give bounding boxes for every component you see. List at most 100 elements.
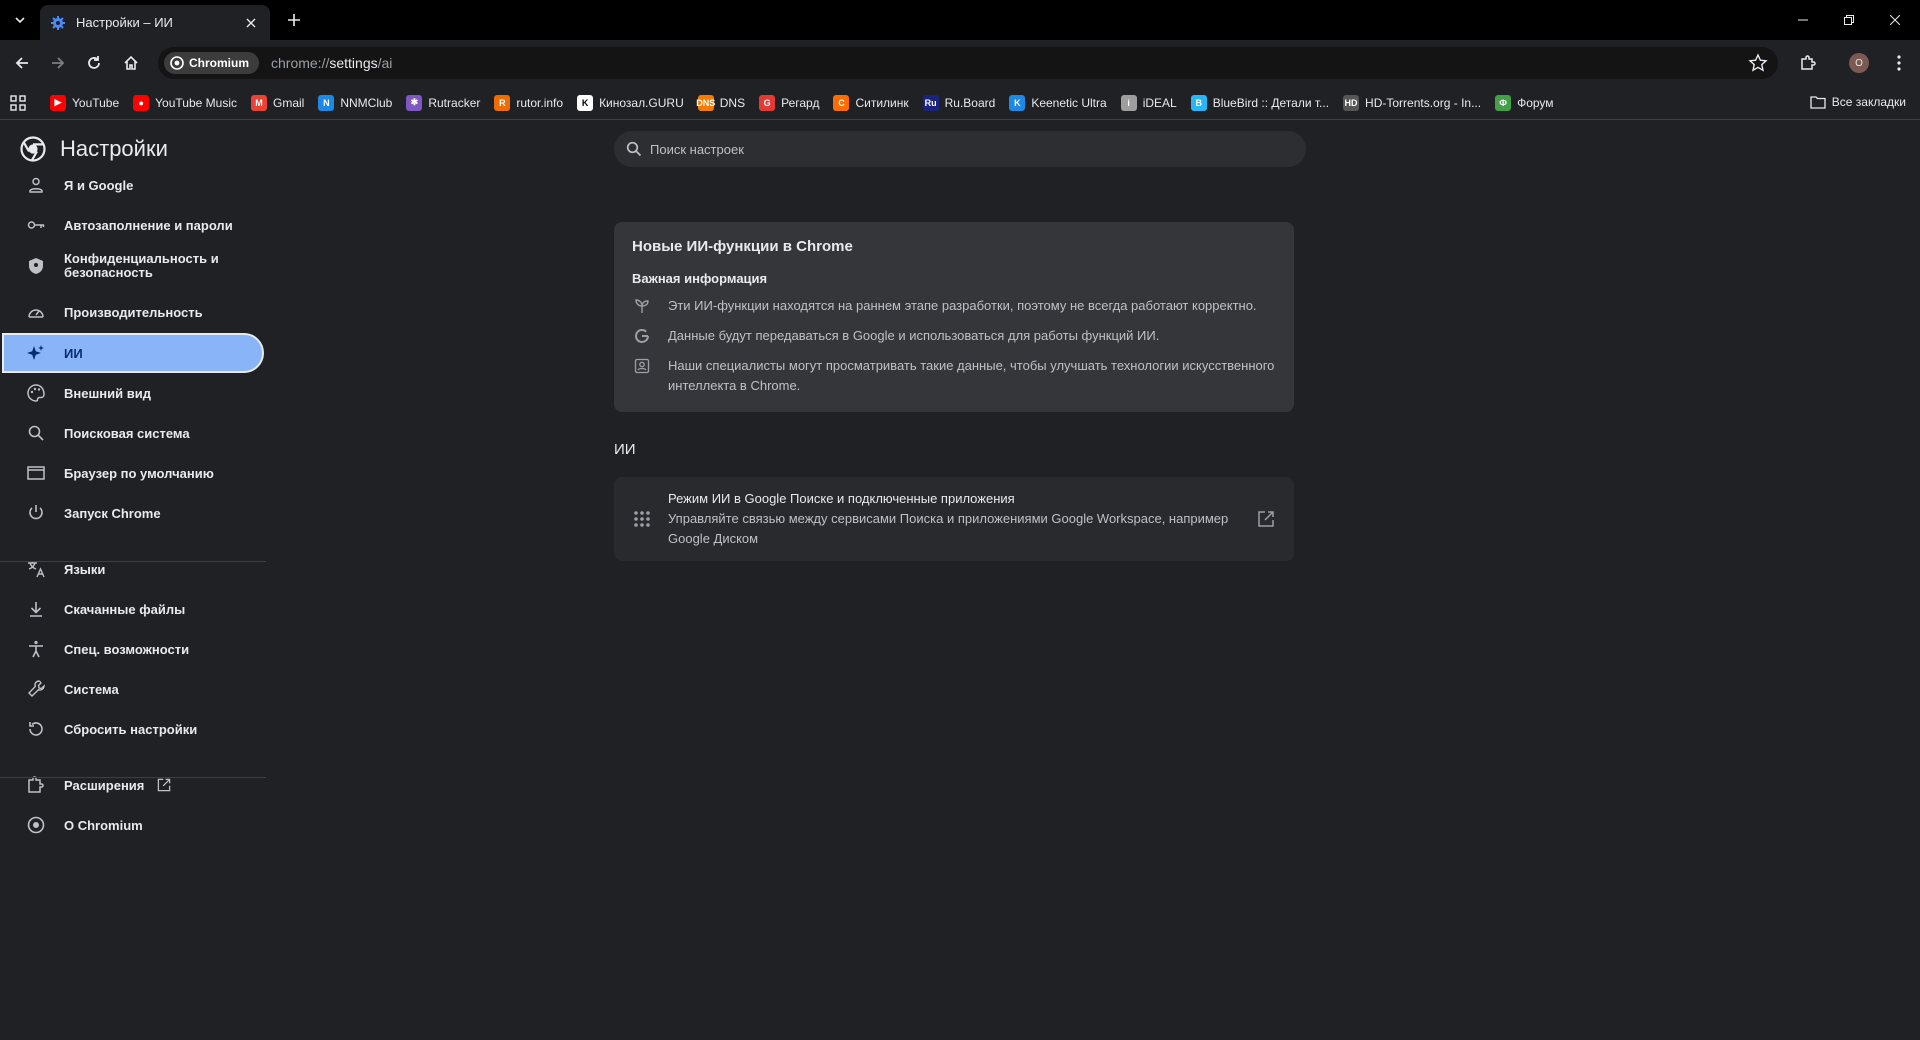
palette-icon (26, 383, 46, 403)
bookmark-item[interactable]: ✱ Rutracker (406, 94, 480, 111)
sidebar-item-label: Спец. возможности (64, 641, 190, 657)
sidebar-item-search[interactable]: Поисковая система (0, 413, 264, 453)
sidebar-item-person[interactable]: Я и Google (0, 165, 264, 205)
bookmark-favicon-icon: ✱ (406, 94, 423, 111)
sidebar-item-label: Я и Google (64, 177, 134, 193)
bookmark-favicon-icon: M (250, 94, 267, 111)
sidebar-item-power[interactable]: Запуск Chrome (0, 493, 264, 533)
site-chip[interactable]: Chromium (164, 52, 259, 74)
bookmark-item[interactable]: Ф Форум (1495, 94, 1554, 111)
ai-mode-text: Режим ИИ в Google Поиске и подключенные … (668, 489, 1242, 549)
sidebar-item-label: Автозаполнение и пароли (64, 217, 233, 233)
sidebar-item-palette[interactable]: Внешний вид (0, 373, 264, 413)
shield-icon (26, 256, 46, 276)
info-text: Наши специалисты могут просматривать так… (668, 358, 1275, 393)
sidebar-item-puzzle[interactable]: Расширения (0, 765, 264, 805)
sidebar-item-speedometer[interactable]: Производительность (0, 292, 264, 332)
sidebar-item-sparkle[interactable]: ИИ (2, 333, 264, 373)
restore-button[interactable] (1826, 0, 1872, 40)
open-in-new-icon (156, 777, 172, 793)
sidebar-item-label: Скачанные файлы (64, 601, 186, 617)
sidebar-item-reset[interactable]: Сбросить настройки (0, 709, 264, 749)
bookmark-item[interactable]: Rrutor.info (494, 94, 563, 111)
star-icon[interactable] (1748, 53, 1768, 73)
bookmark-item[interactable]: i iDEAL (1120, 94, 1177, 111)
accessibility-icon (26, 639, 46, 659)
bookmark-label: NNMClub (340, 95, 393, 110)
sidebar-item-wrench[interactable]: Система (0, 669, 264, 709)
bookmark-label: Ситилинк (855, 95, 909, 110)
new-tab-button[interactable] (282, 8, 306, 32)
ai-mode-row[interactable]: Режим ИИ в Google Поиске и подключенные … (614, 477, 1294, 561)
bookmark-label: Gmail (272, 95, 305, 110)
bookmark-item[interactable]: N NNMClub (318, 94, 393, 111)
bookmark-item[interactable]: ● YouTube Music (133, 94, 237, 111)
power-icon (26, 503, 46, 523)
bookmark-favicon-icon: Ф (1495, 94, 1512, 111)
bookmark-favicon-icon: ▶ (50, 94, 66, 111)
forward-button[interactable] (44, 49, 72, 77)
address-bar[interactable]: Chromium chrome://settings/ai (158, 47, 1778, 79)
apps-button[interactable] (10, 94, 26, 111)
tab-search-button[interactable] (8, 8, 32, 32)
bookmark-label: Форум (1517, 95, 1554, 110)
settings-header: Настройки (20, 136, 168, 162)
sparkle-icon (26, 343, 46, 363)
bookmark-item[interactable]: G Регард (759, 94, 819, 111)
info-text: Эти ИИ-функции находятся на раннем этапе… (668, 298, 1257, 313)
key-icon (26, 215, 46, 235)
sidebar-item-browser[interactable]: Браузер по умолчанию (0, 453, 264, 493)
url-scheme: chrome:// (271, 55, 330, 71)
sidebar-item-key[interactable]: Автозаполнение и пароли (0, 205, 264, 245)
folder-icon (1810, 96, 1826, 109)
reload-button[interactable] (80, 49, 108, 77)
sidebar-item-label: Сбросить настройки (64, 721, 198, 737)
search-icon (26, 423, 46, 443)
bookmark-item[interactable]: B BlueBird :: Детали т... (1190, 94, 1329, 111)
url-host: settings (329, 55, 378, 71)
download-icon (26, 599, 46, 619)
bookmark-favicon-icon: G (759, 94, 776, 111)
info-row-google: Данные будут передаваться в Google и исп… (632, 326, 1276, 346)
bookmark-item[interactable]: K Кинозал.GURU (577, 94, 684, 111)
close-icon[interactable] (242, 14, 260, 32)
back-button[interactable] (8, 49, 36, 77)
bookmark-item[interactable]: DNS DNS (696, 94, 745, 111)
bookmark-item[interactable]: HD HD-Torrents.org - In... (1343, 94, 1481, 111)
settings-search[interactable]: Поиск настроек (614, 131, 1306, 167)
tab-settings-ai[interactable]: Настройки – ИИ (40, 5, 270, 40)
bookmark-item[interactable]: Ru Ru.Board (922, 94, 995, 111)
menu-button[interactable] (1885, 49, 1913, 77)
bookmark-label: iDEAL (1142, 95, 1177, 110)
bookmark-item[interactable]: ▶ YouTube (50, 94, 119, 111)
bookmark-favicon-icon: R (494, 94, 511, 111)
all-bookmarks-button[interactable]: Все закладки (1810, 95, 1906, 109)
close-window-button[interactable] (1872, 0, 1918, 40)
profile-button[interactable]: O (1845, 49, 1873, 77)
bookmark-item[interactable]: K Keenetic Ultra (1009, 94, 1107, 111)
more-vert-icon (1897, 55, 1901, 71)
sidebar-item-accessibility[interactable]: Спец. возможности (0, 629, 264, 669)
info-row-reviewers: Наши специалисты могут просматривать так… (632, 356, 1276, 396)
bookmark-item[interactable]: M Gmail (250, 94, 305, 111)
sidebar-item-shield[interactable]: Конфиденциальность и безопасность (0, 246, 264, 286)
extensions-button[interactable] (1794, 49, 1822, 77)
sidebar-item-chromium[interactable]: О Chromium (0, 805, 264, 845)
url-text[interactable]: chrome://settings/ai (271, 55, 392, 71)
sidebar-item-translate[interactable]: Языки (0, 549, 264, 589)
sidebar-item-download[interactable]: Скачанные файлы (0, 589, 264, 629)
settings-title: Настройки (60, 136, 168, 161)
minimize-button[interactable] (1780, 0, 1826, 40)
sidebar-item-label: Конфиденциальность и безопасность (64, 251, 219, 280)
apps-grid-icon (10, 94, 26, 111)
tab-strip: Настройки – ИИ (0, 0, 1920, 40)
bookmark-item[interactable]: C Ситилинк (833, 94, 909, 111)
ai-mode-description: Управляйте связью между сервисами Поиска… (668, 511, 1229, 546)
sidebar-item-label: Внешний вид (64, 385, 151, 401)
info-row-experimental: Эти ИИ-функции находятся на раннем этапе… (632, 296, 1276, 316)
open-in-new-icon[interactable] (1256, 509, 1276, 529)
sprout-icon (632, 296, 652, 316)
sidebar-item-label: Языки (64, 561, 106, 577)
bookmark-label: YouTube Music (155, 95, 237, 110)
home-button[interactable] (117, 49, 145, 77)
